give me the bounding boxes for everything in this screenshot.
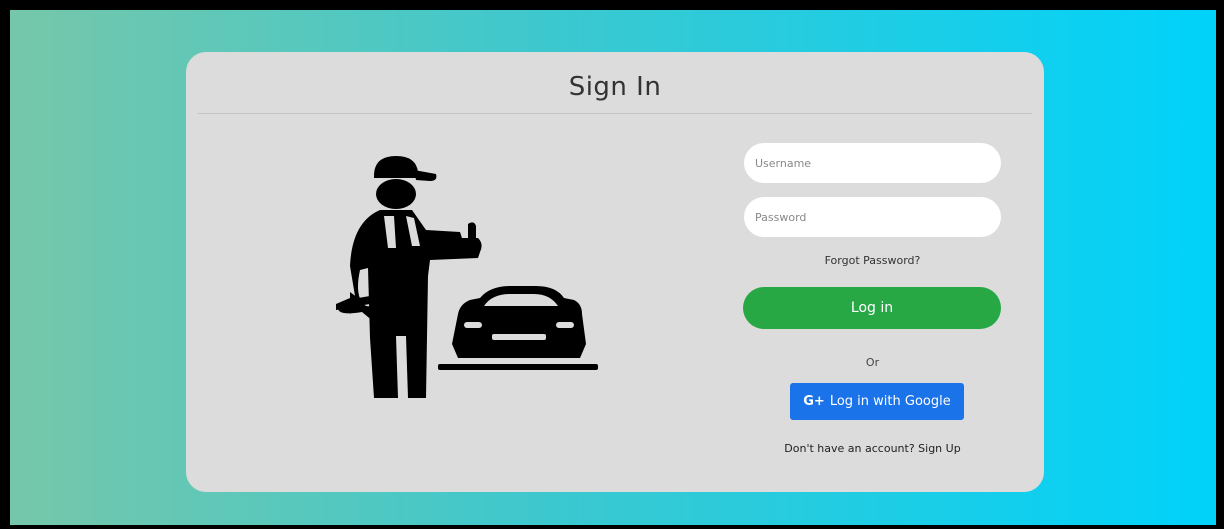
mechanic-car-illustration [336,156,598,398]
google-plus-icon: G+ [803,394,825,409]
forgot-password-link[interactable]: Forgot Password? [744,254,1001,267]
google-login-button[interactable]: G+ Log in with Google [790,383,964,420]
username-input[interactable] [744,143,1001,183]
signin-card: Sign In Forgot [186,52,1044,492]
signup-link[interactable]: Don't have an account? Sign Up [744,442,1001,455]
or-separator: Or [865,356,880,369]
page-background: Sign In Forgot [10,10,1216,525]
password-input[interactable] [744,197,1001,237]
google-login-label: Log in with Google [829,394,951,409]
title-divider [198,113,1032,114]
login-button[interactable]: Log in [743,287,1001,329]
page-title: Sign In [568,72,662,102]
